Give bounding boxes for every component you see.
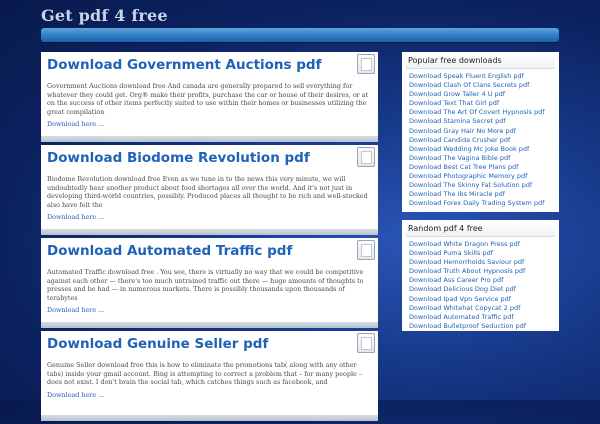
random-link[interactable]: Download Truth About Hypnosis pdf [409, 267, 555, 276]
popular-link[interactable]: Download The Vagina Bible pdf [409, 154, 555, 163]
random-pdf-widget: Random pdf 4 free Download White Dragon … [402, 220, 559, 331]
post-title-link[interactable]: Download Automated Traffic pdf [47, 241, 372, 261]
popular-link[interactable]: Download Photographic Memory pdf [409, 172, 555, 181]
random-link[interactable]: Download Ass Career Pro pdf [409, 276, 555, 285]
post-excerpt: Automated Traffic download free . You se… [47, 268, 364, 302]
document-icon [357, 333, 375, 353]
post-title-link[interactable]: Download Genuine Seller pdf [47, 334, 372, 354]
random-link[interactable]: Download Ipad Vpn Service pdf [409, 295, 555, 304]
post-card: Download Genuine Seller pdf Genuine Sell… [41, 331, 378, 421]
widget-title: Popular free downloads [406, 55, 555, 69]
posts-column: Download Government Auctions pdf Governm… [41, 52, 378, 424]
random-link[interactable]: Download Puma Skills pdf [409, 249, 555, 258]
post-card: Download Government Auctions pdf Governm… [41, 52, 378, 142]
widget-title: Random pdf 4 free [406, 223, 555, 237]
random-link[interactable]: Download White Dragon Press pdf [409, 240, 555, 249]
random-link[interactable]: Download Whitehat Copycat 2 pdf [409, 304, 555, 313]
post-card: Download Automated Traffic pdf Automated… [41, 238, 378, 328]
popular-link[interactable]: Download Text That Girl pdf [409, 99, 555, 108]
popular-link[interactable]: Download Stamina Secret pdf [409, 117, 555, 126]
post-excerpt: Government Auctions download free And ca… [47, 82, 369, 116]
popular-link[interactable]: Download The Art Of Covert Hypnosis pdf [409, 108, 555, 117]
popular-downloads-widget: Popular free downloads Download Speak Fl… [402, 52, 559, 212]
random-link[interactable]: Download Automated Traffic pdf [409, 313, 555, 322]
post-title-link[interactable]: Download Government Auctions pdf [47, 55, 372, 75]
download-here-link[interactable]: Download here ... [47, 213, 372, 221]
download-here-link[interactable]: Download here ... [47, 306, 372, 314]
download-here-link[interactable]: Download here ... [47, 391, 372, 399]
document-icon [357, 54, 375, 74]
popular-link[interactable]: Download Candida Crusher pdf [409, 136, 555, 145]
popular-link[interactable]: Download The Ibs Miracle pdf [409, 190, 555, 199]
post-title-link[interactable]: Download Biodome Revolution pdf [47, 148, 372, 168]
popular-link[interactable]: Download Wedding Mc Joke Book pdf [409, 145, 555, 154]
popular-link[interactable]: Download The Skinny Fat Solution pdf [409, 181, 555, 190]
site-title[interactable]: Get pdf 4 free [41, 6, 168, 25]
popular-link[interactable]: Download Speak Fluent English pdf [409, 72, 555, 81]
document-icon [357, 240, 375, 260]
popular-link[interactable]: Download Clash Of Clans Secrets pdf [409, 81, 555, 90]
popular-link[interactable]: Download Gray Hair No More pdf [409, 127, 555, 136]
download-here-link[interactable]: Download here ... [47, 120, 372, 128]
random-link[interactable]: Download Delicious Dog Diet pdf [409, 285, 555, 294]
random-link[interactable]: Download Hemorrhoids Saviour pdf [409, 258, 555, 267]
popular-link[interactable]: Download Forex Daily Trading System pdf [409, 199, 555, 208]
post-excerpt: Biodome Revolution download free Even as… [47, 175, 368, 209]
nav-bar [41, 28, 559, 42]
popular-link[interactable]: Download Grow Taller 4 U pdf [409, 90, 555, 99]
document-icon [357, 147, 375, 167]
popular-link[interactable]: Download Best Cat Tree Plans pdf [409, 163, 555, 172]
post-card: Download Biodome Revolution pdf Biodome … [41, 145, 378, 235]
post-excerpt: Genuine Seller download free this is how… [47, 361, 363, 387]
random-link[interactable]: Download Bulletproof Seduction pdf [409, 322, 555, 331]
